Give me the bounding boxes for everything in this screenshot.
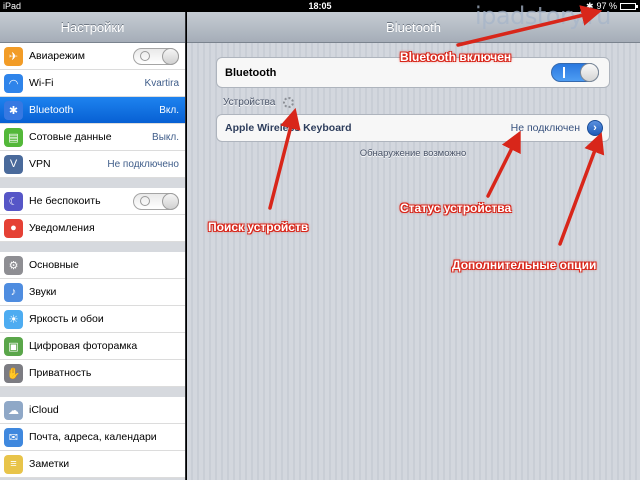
sidebar-item-vpn[interactable]: V VPN Не подключено — [0, 151, 185, 178]
sidebar-item-label: Почта, адреса, календари — [29, 431, 157, 443]
group-gap — [0, 387, 185, 397]
bluetooth-icon: ✱ — [4, 100, 23, 120]
vpn-icon: V — [4, 154, 23, 174]
moon-icon: ☾ — [4, 191, 23, 211]
sidebar-item-airplane[interactable]: ✈ Авиарежим — [0, 43, 185, 70]
notifications-icon: ● — [4, 218, 23, 238]
sidebar-item-value: Вкл. — [159, 104, 179, 116]
sidebar-item-value: Kvartira — [144, 77, 179, 89]
sidebar-item-label: VPN — [29, 158, 51, 170]
sidebar-item-label: Уведомления — [29, 222, 95, 234]
sidebar-item-notifications[interactable]: ● Уведомления — [0, 215, 185, 242]
photo-frame-icon: ▣ — [4, 336, 23, 356]
gear-icon: ⚙ — [4, 255, 23, 275]
toggle-switch[interactable] — [133, 47, 179, 65]
sidebar-item-value: Не подключено — [107, 158, 179, 170]
cellular-icon: ▤ — [4, 127, 23, 147]
sidebar-item-hand[interactable]: ✋ Приватность — [0, 360, 185, 387]
toggle-switch[interactable] — [133, 192, 179, 210]
devices-section-header: Устройства — [223, 97, 295, 108]
settings-group: ⚙ Основные ♪ Звуки ☀ Яркость и обои ▣ Цифровая … — [0, 252, 185, 387]
sidebar-item-cloud[interactable]: ☁ iCloud — [0, 397, 185, 424]
wifi-icon: ◠ — [4, 73, 23, 93]
sidebar-item-label: Bluetooth — [29, 104, 74, 116]
sidebar-item-label: Заметки — [29, 458, 70, 470]
notes-icon: ≡ — [4, 454, 23, 474]
sidebar-item-speaker[interactable]: ♪ Звуки — [0, 279, 185, 306]
sidebar-title: Настройки — [0, 12, 185, 43]
cloud-icon: ☁ — [4, 400, 23, 420]
settings-groups: ✈ Авиарежим ◠ Wi-Fi Kvartira ✱ Bluetooth Вкл. ▤ С… — [0, 43, 185, 478]
sidebar-item-mail[interactable]: ✉ Почта, адреса, календари — [0, 424, 185, 451]
sidebar-item-moon[interactable]: ☾ Не беспокоить — [0, 188, 185, 215]
settings-group: ☁ iCloud ✉ Почта, адреса, календари ≡ Заметки — [0, 397, 185, 478]
annotation-more-options: Дополнительные опции — [452, 258, 597, 272]
bluetooth-detail-pane: Bluetooth Bluetooth Устройства Apple Wir… — [187, 12, 640, 480]
sidebar-item-label: Яркость и обои — [29, 313, 104, 325]
switch-off-mark — [140, 50, 150, 61]
sidebar-item-label: Авиарежим — [29, 50, 85, 62]
settings-group: ☾ Не беспокоить ● Уведомления — [0, 188, 185, 242]
airplane-icon: ✈ — [4, 46, 23, 66]
switch-knob — [162, 47, 179, 65]
search-spinner-icon — [283, 97, 295, 108]
battery-icon — [620, 2, 638, 10]
bluetooth-row-label: Bluetooth — [225, 66, 277, 79]
sidebar-item-label: Не беспокоить — [29, 195, 101, 207]
mail-icon: ✉ — [4, 427, 23, 447]
group-gap — [0, 178, 185, 188]
annotation-bluetooth-on: Bluetooth включен — [400, 50, 512, 64]
sidebar-item-label: Приватность — [29, 367, 92, 379]
sidebar-item-brightness[interactable]: ☀ Яркость и обои — [0, 306, 185, 333]
sidebar-item-notes[interactable]: ≡ Заметки — [0, 451, 185, 478]
sidebar-item-label: Звуки — [29, 286, 57, 298]
sidebar-item-photo-frame[interactable]: ▣ Цифровая фоторамка — [0, 333, 185, 360]
sidebar-item-cellular[interactable]: ▤ Сотовые данные Выкл. — [0, 124, 185, 151]
settings-group: ✈ Авиарежим ◠ Wi-Fi Kvartira ✱ Bluetooth Вкл. ▤ С… — [0, 43, 185, 178]
group-gap — [0, 242, 185, 252]
annotation-device-status: Статус устройства — [400, 201, 512, 215]
device-name-label: Apple Wireless Keyboard — [225, 122, 352, 134]
sidebar-item-gear[interactable]: ⚙ Основные — [0, 252, 185, 279]
switch-off-mark — [140, 195, 150, 206]
sidebar-item-label: Сотовые данные — [29, 131, 112, 143]
switch-knob — [162, 192, 179, 210]
disclosure-button-icon[interactable]: › — [587, 120, 603, 136]
watermark: ipadstory.ru — [475, 2, 611, 30]
device-status: Не подключен — [510, 122, 580, 134]
sidebar-item-wifi[interactable]: ◠ Wi-Fi Kvartira — [0, 70, 185, 97]
sidebar-item-label: Цифровая фоторамка — [29, 340, 138, 352]
brightness-icon: ☀ — [4, 309, 23, 329]
speaker-icon: ♪ — [4, 282, 23, 302]
sidebar-item-value: Выкл. — [152, 131, 179, 143]
sidebar-item-label: Основные — [29, 259, 79, 271]
devices-section-title: Устройства — [223, 97, 276, 108]
switch-on-mark — [563, 67, 565, 78]
settings-sidebar: Настройки ✈ Авиарежим ◠ Wi-Fi Kvartira ✱ Bluet… — [0, 12, 186, 480]
hand-icon: ✋ — [4, 363, 23, 383]
bluetooth-switch[interactable] — [551, 63, 599, 82]
annotation-device-search: Поиск устройств — [208, 220, 309, 234]
discoverable-note: Обнаружение возможно — [359, 148, 467, 159]
sidebar-item-label: Wi-Fi — [29, 77, 54, 89]
device-row[interactable]: Apple Wireless Keyboard Не подключен › — [216, 114, 610, 142]
sidebar-item-bluetooth[interactable]: ✱ Bluetooth Вкл. — [0, 97, 185, 124]
sidebar-item-label: iCloud — [29, 404, 59, 416]
switch-knob — [580, 63, 599, 82]
